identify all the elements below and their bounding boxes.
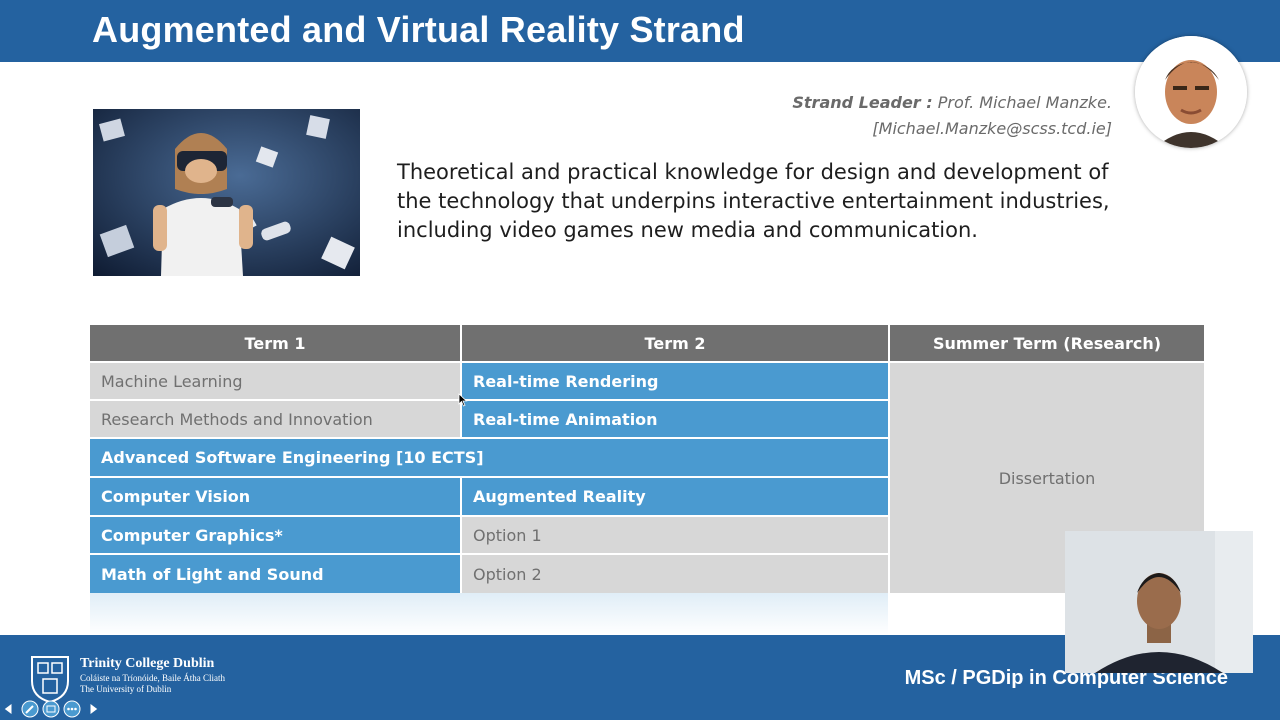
leader-line: Strand Leader : Prof. Michael Manzke. (792, 90, 1112, 116)
vr-photo (93, 109, 360, 276)
more-icon[interactable] (63, 700, 81, 718)
term1-module: Research Methods and Innovation (90, 401, 460, 437)
slide-title: Augmented and Virtual Reality Strand (92, 9, 745, 50)
slideshow-nav (0, 699, 102, 719)
leader-avatar (1135, 36, 1247, 148)
college-subtitle: The University of Dublin (80, 684, 172, 694)
term2-module: Real-time Animation (462, 401, 888, 437)
term2-module: Augmented Reality (462, 478, 888, 515)
next-slide-icon[interactable] (84, 700, 102, 718)
slides-icon[interactable] (42, 700, 60, 718)
term2-option: Option 2 (462, 555, 888, 593)
slide-header: Augmented and Virtual Reality Strand (0, 0, 1280, 62)
pen-icon[interactable] (21, 700, 39, 718)
college-name: Trinity College Dublin (80, 656, 215, 671)
header-summer: Summer Term (Research) (890, 325, 1204, 361)
term1-module: Computer Vision (90, 478, 460, 515)
header-term2: Term 2 (462, 325, 888, 361)
leader-email: [Michael.Manzke@scss.tcd.ie] (872, 119, 1112, 138)
term-spanning-module: Advanced Software Engineering [10 ECTS] (90, 439, 888, 476)
strand-description: Theoretical and practical knowledge for … (397, 160, 1110, 242)
header-term1: Term 1 (90, 325, 460, 361)
term2-module: Real-time Rendering (462, 363, 888, 399)
prev-slide-icon[interactable] (0, 700, 18, 718)
webcam-feed (1065, 531, 1253, 673)
leader-name: Prof. Michael Manzke. (932, 93, 1112, 112)
college-name-irish: Coláiste na Tríonóide, Baile Átha Cliath (80, 673, 225, 683)
college-crest (30, 655, 70, 704)
leader-label: Strand Leader : (792, 93, 933, 112)
mouse-cursor-icon (458, 393, 468, 407)
term1-module: Computer Graphics* (90, 517, 460, 553)
term2-option: Option 1 (462, 517, 888, 553)
term1-module: Math of Light and Sound (90, 555, 460, 593)
table-reflection (90, 593, 888, 635)
strand-leader-info: Strand Leader : Prof. Michael Manzke. [M… (792, 90, 1112, 142)
term1-module: Machine Learning (90, 363, 460, 399)
